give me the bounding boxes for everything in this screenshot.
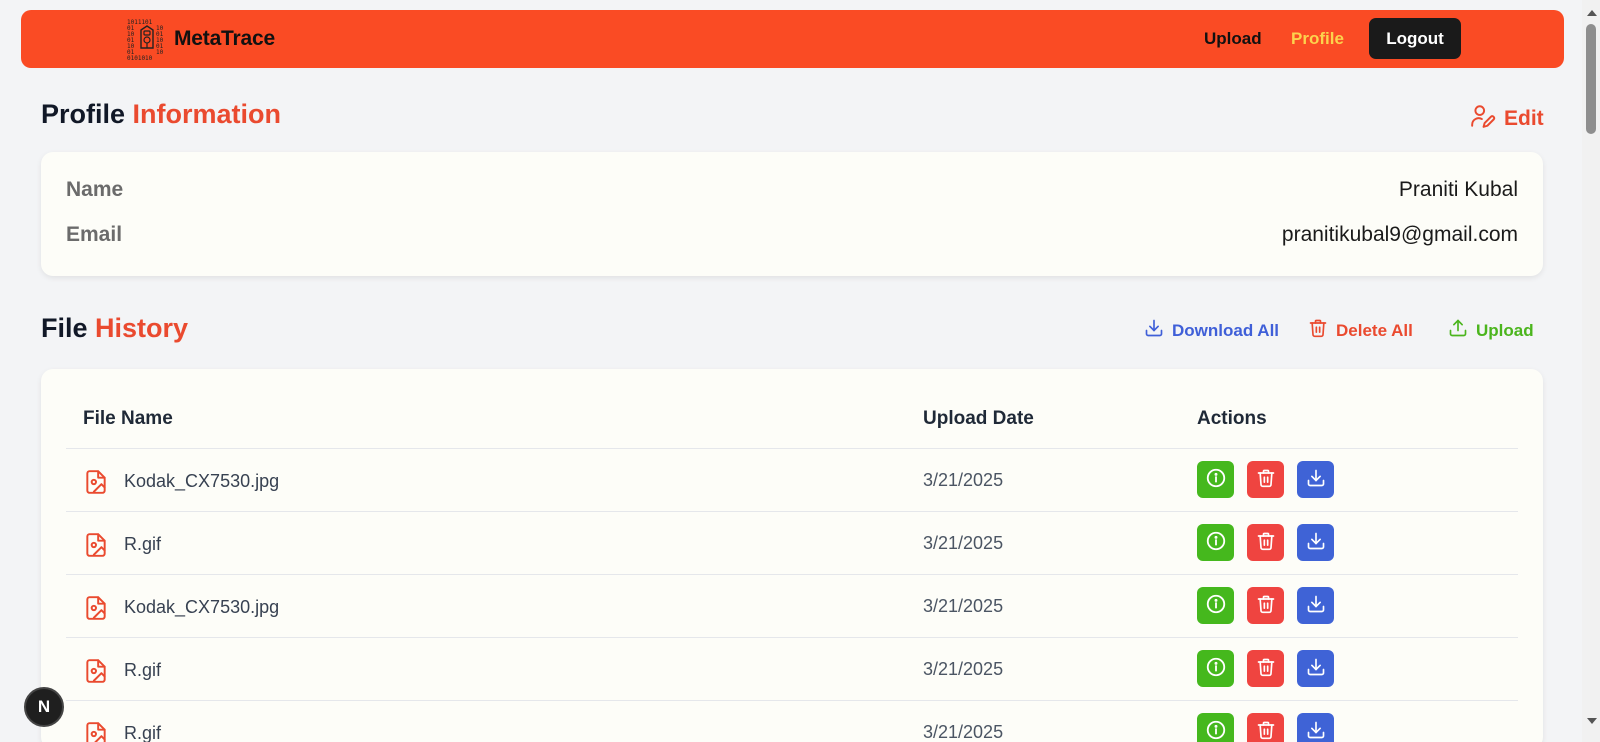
info-button[interactable] bbox=[1197, 461, 1234, 498]
upload-button[interactable]: Upload bbox=[1448, 318, 1534, 343]
file-image-icon bbox=[83, 720, 109, 742]
trash-icon bbox=[1256, 657, 1276, 680]
trash-icon bbox=[1256, 720, 1276, 742]
scroll-thumb[interactable] bbox=[1586, 24, 1596, 134]
table-header: File Name Upload Date Actions bbox=[66, 369, 1518, 449]
upload-date: 3/21/2025 bbox=[923, 722, 1004, 742]
delete-all-button[interactable]: Delete All bbox=[1308, 318, 1413, 343]
download-icon bbox=[1306, 531, 1326, 554]
info-button[interactable] bbox=[1197, 650, 1234, 687]
brand-logo[interactable]: 1011101 01 10 10 01 01 10 10 01 01 10 0101010… bbox=[126, 18, 275, 62]
profile-card: Name Praniti Kubal Email pranitikubal9@g… bbox=[41, 152, 1543, 276]
info-button[interactable] bbox=[1197, 524, 1234, 561]
file-image-icon bbox=[83, 531, 109, 564]
file-image-icon bbox=[83, 594, 109, 627]
navbar: 1011101 01 10 10 01 01 10 10 01 01 10 0101010… bbox=[21, 10, 1564, 68]
svg-text:0101010: 0101010 bbox=[127, 55, 153, 60]
download-all-button[interactable]: Download All bbox=[1144, 318, 1279, 343]
name-value: Praniti Kubal bbox=[1398, 178, 1518, 201]
download-icon bbox=[1306, 594, 1326, 617]
download-button[interactable] bbox=[1297, 713, 1334, 742]
upload-label: Upload bbox=[1476, 320, 1534, 340]
column-file-name: File Name bbox=[83, 408, 173, 429]
delete-button[interactable] bbox=[1247, 524, 1284, 561]
file-name: Kodak_CX7530.jpg bbox=[124, 471, 280, 491]
download-icon bbox=[1144, 318, 1164, 343]
column-upload-date: Upload Date bbox=[923, 408, 1034, 429]
nav-profile-link[interactable]: Profile bbox=[1291, 29, 1344, 49]
table-row: R.gif 3/21/2025 bbox=[66, 512, 1518, 575]
trash-icon bbox=[1256, 594, 1276, 617]
upload-date: 3/21/2025 bbox=[923, 659, 1004, 679]
history-section-title: File History bbox=[41, 313, 188, 344]
info-icon bbox=[1205, 656, 1227, 681]
scroll-up-arrow-icon[interactable] bbox=[1587, 10, 1597, 16]
info-icon bbox=[1205, 719, 1227, 742]
edit-profile-button[interactable]: Edit bbox=[1470, 103, 1544, 135]
name-label: Name bbox=[66, 178, 124, 201]
info-icon bbox=[1205, 593, 1227, 618]
delete-all-label: Delete All bbox=[1336, 320, 1413, 340]
logout-button[interactable]: Logout bbox=[1369, 18, 1461, 59]
edit-label: Edit bbox=[1504, 107, 1544, 130]
delete-button[interactable] bbox=[1247, 587, 1284, 624]
trash-icon bbox=[1308, 318, 1328, 343]
trash-icon bbox=[1256, 468, 1276, 491]
column-actions: Actions bbox=[1197, 408, 1267, 429]
download-button[interactable] bbox=[1297, 461, 1334, 498]
trash-icon bbox=[1256, 531, 1276, 554]
table-row: R.gif 3/21/2025 bbox=[66, 701, 1518, 742]
upload-date: 3/21/2025 bbox=[923, 596, 1004, 616]
download-icon bbox=[1306, 720, 1326, 742]
nextjs-dev-badge-icon[interactable]: N bbox=[24, 687, 64, 727]
file-name: R.gif bbox=[124, 534, 162, 554]
file-image-icon bbox=[83, 468, 109, 501]
file-name: R.gif bbox=[124, 723, 162, 742]
brand-name: MetaTrace bbox=[174, 27, 275, 50]
table-row: Kodak_CX7530.jpg 3/21/2025 bbox=[66, 449, 1518, 512]
scroll-down-arrow-icon[interactable] bbox=[1587, 718, 1597, 724]
file-name: Kodak_CX7530.jpg bbox=[124, 597, 280, 617]
upload-icon bbox=[1448, 318, 1468, 343]
profile-section-title: Profile Information bbox=[41, 99, 281, 130]
email-value: pranitikubal9@gmail.com bbox=[1281, 223, 1518, 246]
info-icon bbox=[1205, 530, 1227, 555]
history-title-main: File bbox=[41, 313, 88, 343]
download-icon bbox=[1306, 468, 1326, 491]
metatrace-logo-icon: 1011101 01 10 10 01 01 10 10 01 01 10 0101010 bbox=[126, 18, 168, 62]
nav-upload-link[interactable]: Upload bbox=[1204, 29, 1262, 49]
download-icon bbox=[1306, 657, 1326, 680]
info-button[interactable] bbox=[1197, 587, 1234, 624]
upload-date: 3/21/2025 bbox=[923, 470, 1004, 490]
file-history-table: File Name Upload Date Actions Kodak_CX75… bbox=[41, 369, 1543, 742]
table-row: Kodak_CX7530.jpg 3/21/2025 bbox=[66, 575, 1518, 638]
download-button[interactable] bbox=[1297, 587, 1334, 624]
table-row: R.gif 3/21/2025 bbox=[66, 638, 1518, 701]
profile-title-main: Profile bbox=[41, 99, 126, 129]
download-button[interactable] bbox=[1297, 524, 1334, 561]
delete-button[interactable] bbox=[1247, 713, 1284, 742]
user-edit-icon bbox=[1470, 103, 1496, 135]
svg-text:10: 10 bbox=[156, 49, 164, 56]
download-button[interactable] bbox=[1297, 650, 1334, 687]
info-button[interactable] bbox=[1197, 713, 1234, 742]
history-title-accent: History bbox=[95, 313, 189, 343]
delete-button[interactable] bbox=[1247, 461, 1284, 498]
upload-date: 3/21/2025 bbox=[923, 533, 1004, 553]
file-image-icon bbox=[83, 657, 109, 690]
info-icon bbox=[1205, 467, 1227, 492]
download-all-label: Download All bbox=[1172, 320, 1280, 340]
page-scrollbar[interactable] bbox=[1582, 0, 1600, 742]
profile-title-accent: Information bbox=[132, 99, 282, 129]
email-label: Email bbox=[66, 223, 123, 246]
file-name: R.gif bbox=[124, 660, 162, 680]
delete-button[interactable] bbox=[1247, 650, 1284, 687]
